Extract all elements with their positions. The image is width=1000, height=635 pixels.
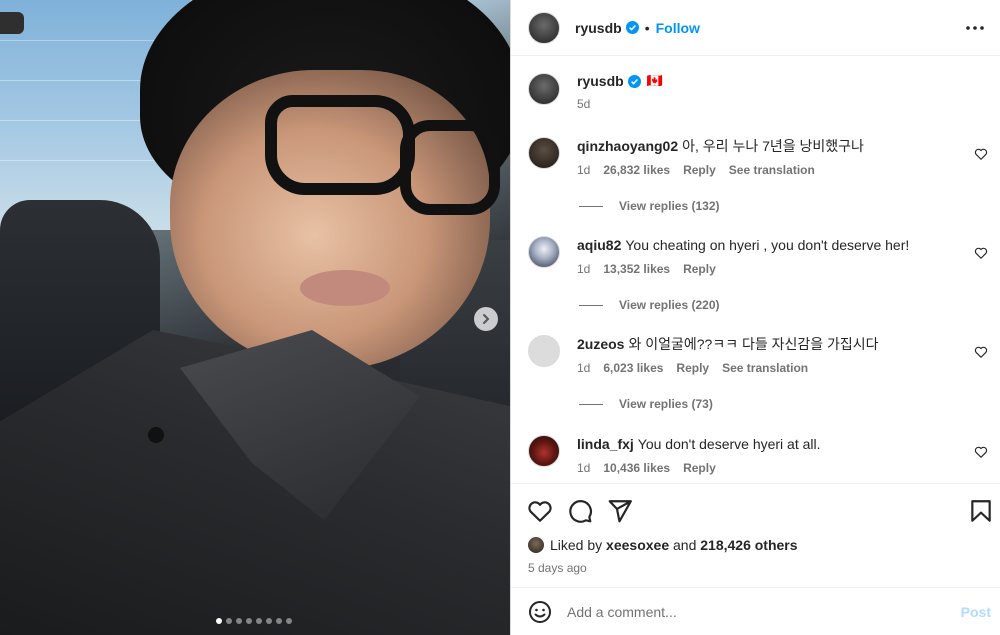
verified-badge-icon: [625, 21, 639, 34]
more-options-icon[interactable]: [963, 16, 987, 40]
photo-lips: [300, 270, 390, 306]
post-panel: ryusdb • Follow ryusdb 🇨🇦 5d qinzhaoyang: [510, 0, 1000, 635]
comment-likes[interactable]: 13,352 likes: [603, 262, 670, 276]
share-icon[interactable]: [607, 498, 633, 524]
view-replies-button[interactable]: View replies (132): [579, 199, 720, 213]
caption-time[interactable]: 5d: [577, 97, 663, 111]
post-header: ryusdb • Follow: [511, 0, 1000, 56]
comment-time[interactable]: 1d: [577, 262, 590, 276]
carousel-dot[interactable]: [226, 618, 232, 624]
caption-avatar[interactable]: [528, 73, 560, 105]
likes-joiner: and: [669, 537, 701, 553]
carousel-dot[interactable]: [256, 618, 262, 624]
comment-text: You cheating on hyeri , you don't deserv…: [625, 237, 910, 253]
comment-item: aqiu82 You cheating on hyeri , you don't …: [528, 236, 988, 276]
likes-summary: Liked by xeesoxee and 218,426 others: [528, 537, 798, 553]
see-translation-button[interactable]: See translation: [729, 163, 815, 177]
commenter-avatar[interactable]: [528, 137, 560, 169]
chevron-right-icon: [483, 314, 490, 324]
commenter-avatar[interactable]: [528, 435, 560, 467]
comment-text: 와 이얼굴에??ㅋㅋ 다들 자신감을 가집시다: [628, 336, 879, 352]
emoji-icon[interactable]: [528, 600, 552, 624]
replies-line: [579, 403, 603, 405]
photo-glasses-left: [265, 95, 415, 195]
view-replies-label[interactable]: View replies (73): [619, 397, 713, 411]
photo-glasses-right: [400, 120, 500, 215]
comment-item: linda_fxj You don't deserve hyeri at all.…: [528, 435, 988, 475]
carousel-dot[interactable]: [216, 618, 222, 624]
commenter-avatar[interactable]: [528, 236, 560, 268]
carousel-dot[interactable]: [236, 618, 242, 624]
comment-text: 아, 우리 누나 7년을 낭비했구나: [682, 138, 864, 154]
separator-dot: •: [644, 19, 650, 36]
comment-item: 2uzeos 와 이얼굴에??ㅋㅋ 다들 자신감을 가집시다 1d 6,023 l…: [528, 335, 988, 375]
carousel-next-button[interactable]: [474, 307, 498, 331]
carousel-dot[interactable]: [276, 618, 282, 624]
author-username[interactable]: ryusdb: [575, 20, 622, 36]
comment-input[interactable]: [567, 603, 927, 620]
replies-line: [579, 205, 603, 207]
reply-button[interactable]: Reply: [683, 461, 716, 475]
liker-username[interactable]: xeesoxee: [606, 537, 669, 553]
heart-icon[interactable]: [974, 246, 988, 260]
post-date[interactable]: 5 days ago: [528, 561, 587, 575]
caption: ryusdb 🇨🇦 5d: [528, 73, 663, 111]
follow-button[interactable]: Follow: [656, 20, 700, 36]
commenter-avatar[interactable]: [528, 335, 560, 367]
heart-icon[interactable]: [974, 345, 988, 359]
reply-button[interactable]: Reply: [683, 163, 716, 177]
photo-corner: [0, 12, 24, 34]
post-actions: Liked by xeesoxee and 218,426 others 5 d…: [511, 483, 1000, 587]
carousel-dot[interactable]: [266, 618, 272, 624]
commenter-username[interactable]: 2uzeos: [577, 336, 624, 352]
view-replies-label[interactable]: View replies (220): [619, 298, 720, 312]
comment-likes[interactable]: 6,023 likes: [603, 361, 663, 375]
post-photo[interactable]: [0, 0, 510, 635]
comment-item: qinzhaoyang02 아, 우리 누나 7년을 낭비했구나 1d 26,83…: [528, 137, 988, 177]
view-replies-button[interactable]: View replies (220): [579, 298, 720, 312]
bookmark-icon[interactable]: [968, 498, 994, 524]
view-replies-button[interactable]: View replies (73): [579, 397, 713, 411]
commenter-username[interactable]: linda_fxj: [577, 436, 634, 452]
comment-time[interactable]: 1d: [577, 361, 590, 375]
view-replies-label[interactable]: View replies (132): [619, 199, 720, 213]
carousel-dot[interactable]: [286, 618, 292, 624]
like-heart-icon[interactable]: [527, 498, 553, 524]
comment-likes[interactable]: 26,832 likes: [603, 163, 670, 177]
caption-username[interactable]: ryusdb: [577, 73, 624, 89]
canada-flag-icon: 🇨🇦: [646, 73, 663, 88]
carousel-dots: [216, 618, 292, 624]
verified-badge-icon: [627, 74, 641, 88]
commenter-username[interactable]: aqiu82: [577, 237, 621, 253]
post-comment-button[interactable]: Post: [961, 604, 991, 620]
comment-time[interactable]: 1d: [577, 163, 590, 177]
commenter-username[interactable]: qinzhaoyang02: [577, 138, 678, 154]
comment-icon[interactable]: [567, 498, 593, 524]
reply-button[interactable]: Reply: [676, 361, 709, 375]
heart-icon[interactable]: [974, 147, 988, 161]
liker-avatar[interactable]: [528, 537, 544, 553]
reply-button[interactable]: Reply: [683, 262, 716, 276]
see-translation-button[interactable]: See translation: [722, 361, 808, 375]
author-avatar[interactable]: [528, 11, 560, 44]
photo-coat-button: [146, 425, 166, 445]
comment-likes[interactable]: 10,436 likes: [603, 461, 670, 475]
likes-prefix: Liked by: [550, 537, 607, 553]
comment-composer: Post: [511, 587, 1000, 635]
comment-time[interactable]: 1d: [577, 461, 590, 475]
replies-line: [579, 304, 603, 306]
comment-text: You don't deserve hyeri at all.: [637, 436, 821, 452]
likes-others[interactable]: 218,426 others: [700, 537, 797, 553]
heart-icon[interactable]: [974, 445, 988, 459]
carousel-dot[interactable]: [246, 618, 252, 624]
